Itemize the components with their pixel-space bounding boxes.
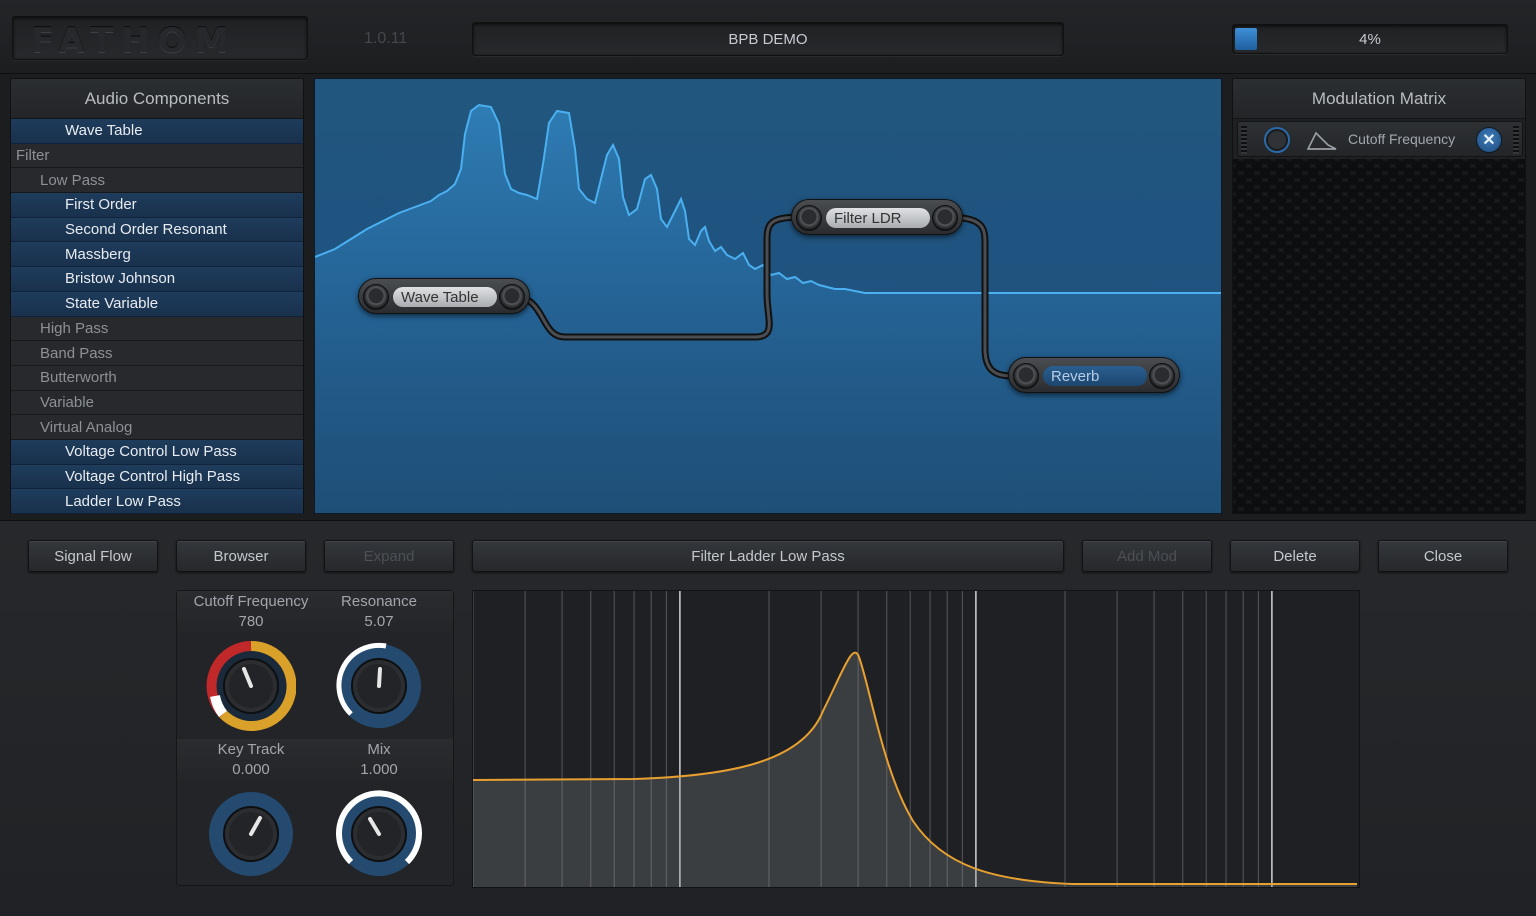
node-reverb-label: Reverb <box>1043 366 1147 386</box>
component-item[interactable]: Low Pass <box>11 168 303 194</box>
component-item[interactable]: Band Pass <box>11 341 303 366</box>
node-output-port[interactable] <box>1149 363 1175 389</box>
node-input-port[interactable] <box>796 205 822 231</box>
filter-response-svg <box>473 591 1357 887</box>
component-item[interactable]: Voltage Control High Pass <box>11 464 303 490</box>
cpu-meter-fill <box>1235 28 1257 50</box>
expand-button[interactable]: Expand <box>324 540 454 572</box>
component-item[interactable]: Filter <box>11 143 303 169</box>
signal-flow-button[interactable]: Signal Flow <box>28 540 158 572</box>
add-mod-button[interactable]: Add Mod <box>1082 540 1212 572</box>
filter-parameters-panel: Cutoff Frequency 780 Resonance 5.07 Key … <box>176 590 454 886</box>
modulation-matrix-title: Modulation Matrix <box>1233 79 1525 119</box>
node-filter-ldr-label: Filter LDR <box>826 208 930 228</box>
component-item[interactable]: State Variable <box>11 291 303 317</box>
component-item[interactable]: Wave Table <box>11 119 303 144</box>
node-wave-table-label: Wave Table <box>393 287 497 307</box>
node-filter-ldr[interactable]: Filter LDR <box>791 199 963 235</box>
key-track-value: 0.000 <box>232 761 270 778</box>
modulation-row[interactable]: Cutoff Frequency ✕ <box>1237 121 1523 157</box>
preset-name-display[interactable]: BPB DEMO <box>472 22 1064 56</box>
component-item[interactable]: Virtual Analog <box>11 415 303 440</box>
close-icon[interactable]: ✕ <box>1476 127 1502 153</box>
component-item[interactable]: Variable <box>11 390 303 416</box>
key-track-knob[interactable] <box>206 789 296 879</box>
mix-label: Mix <box>367 741 391 758</box>
close-button[interactable]: Close <box>1378 540 1508 572</box>
audio-components-list: Wave Table Filter Low Pass First Order Secon… <box>11 119 303 514</box>
component-item[interactable]: Butterworth <box>11 365 303 391</box>
node-output-port[interactable] <box>499 284 525 310</box>
delete-button[interactable]: Delete <box>1230 540 1360 572</box>
header-bar: FATHOM 1.0.11 BPB DEMO 4% <box>0 0 1536 74</box>
node-output-port[interactable] <box>932 205 958 231</box>
audio-components-panel: Audio Components Wave Table Filter Low Pas… <box>10 78 304 514</box>
browser-button[interactable]: Browser <box>176 540 306 572</box>
component-item[interactable]: Second Order Resonant <box>11 217 303 243</box>
drag-handle-icon[interactable] <box>1513 126 1519 154</box>
speaker-grille-texture <box>1233 159 1525 513</box>
signal-flow-graph[interactable]: Wave Table Filter LDR Reverb <box>314 78 1222 514</box>
filter-response-fill <box>473 652 1357 887</box>
cutoff-frequency-label: Cutoff Frequency <box>193 593 309 610</box>
component-item[interactable]: Voltage Control Low Pass <box>11 439 303 465</box>
cpu-usage-label: 4% <box>1359 30 1381 48</box>
logo: FATHOM <box>12 16 308 61</box>
node-wave-table[interactable]: Wave Table <box>358 278 530 314</box>
resonance-label: Resonance <box>341 593 417 610</box>
cutoff-frequency-knob[interactable] <box>206 641 296 731</box>
node-input-port[interactable] <box>1013 363 1039 389</box>
logo-text: FATHOM <box>31 21 237 61</box>
version-label: 1.0.11 <box>364 30 408 47</box>
component-item[interactable]: Ladder Low Pass <box>11 489 303 514</box>
resonance-knob[interactable] <box>334 641 424 731</box>
component-item[interactable]: Bristow Johnson <box>11 267 303 292</box>
component-item[interactable]: High Pass <box>11 316 303 342</box>
mod-amount-knob[interactable] <box>1264 127 1290 153</box>
drag-handle-icon[interactable] <box>1241 126 1247 154</box>
node-input-port[interactable] <box>363 284 389 310</box>
node-reverb[interactable]: Reverb <box>1008 357 1180 393</box>
audio-components-title: Audio Components <box>11 79 303 119</box>
cpu-meter: 4% <box>1232 24 1508 54</box>
filter-response-plot <box>472 590 1360 888</box>
resonance-value: 5.07 <box>364 613 394 630</box>
mix-value: 1.000 <box>360 761 398 778</box>
modulation-matrix-panel: Modulation Matrix Cutoff Frequency ✕ <box>1232 78 1526 514</box>
component-item[interactable]: First Order <box>11 193 303 218</box>
key-track-label: Key Track <box>217 741 285 758</box>
envelope-icon <box>1306 131 1337 150</box>
cutoff-frequency-value: 780 <box>238 613 264 630</box>
component-item[interactable]: Massberg <box>11 242 303 268</box>
mix-knob[interactable] <box>334 789 424 879</box>
selected-component-title: Filter Ladder Low Pass <box>472 540 1064 572</box>
mod-target-label: Cutoff Frequency <box>1348 131 1456 147</box>
